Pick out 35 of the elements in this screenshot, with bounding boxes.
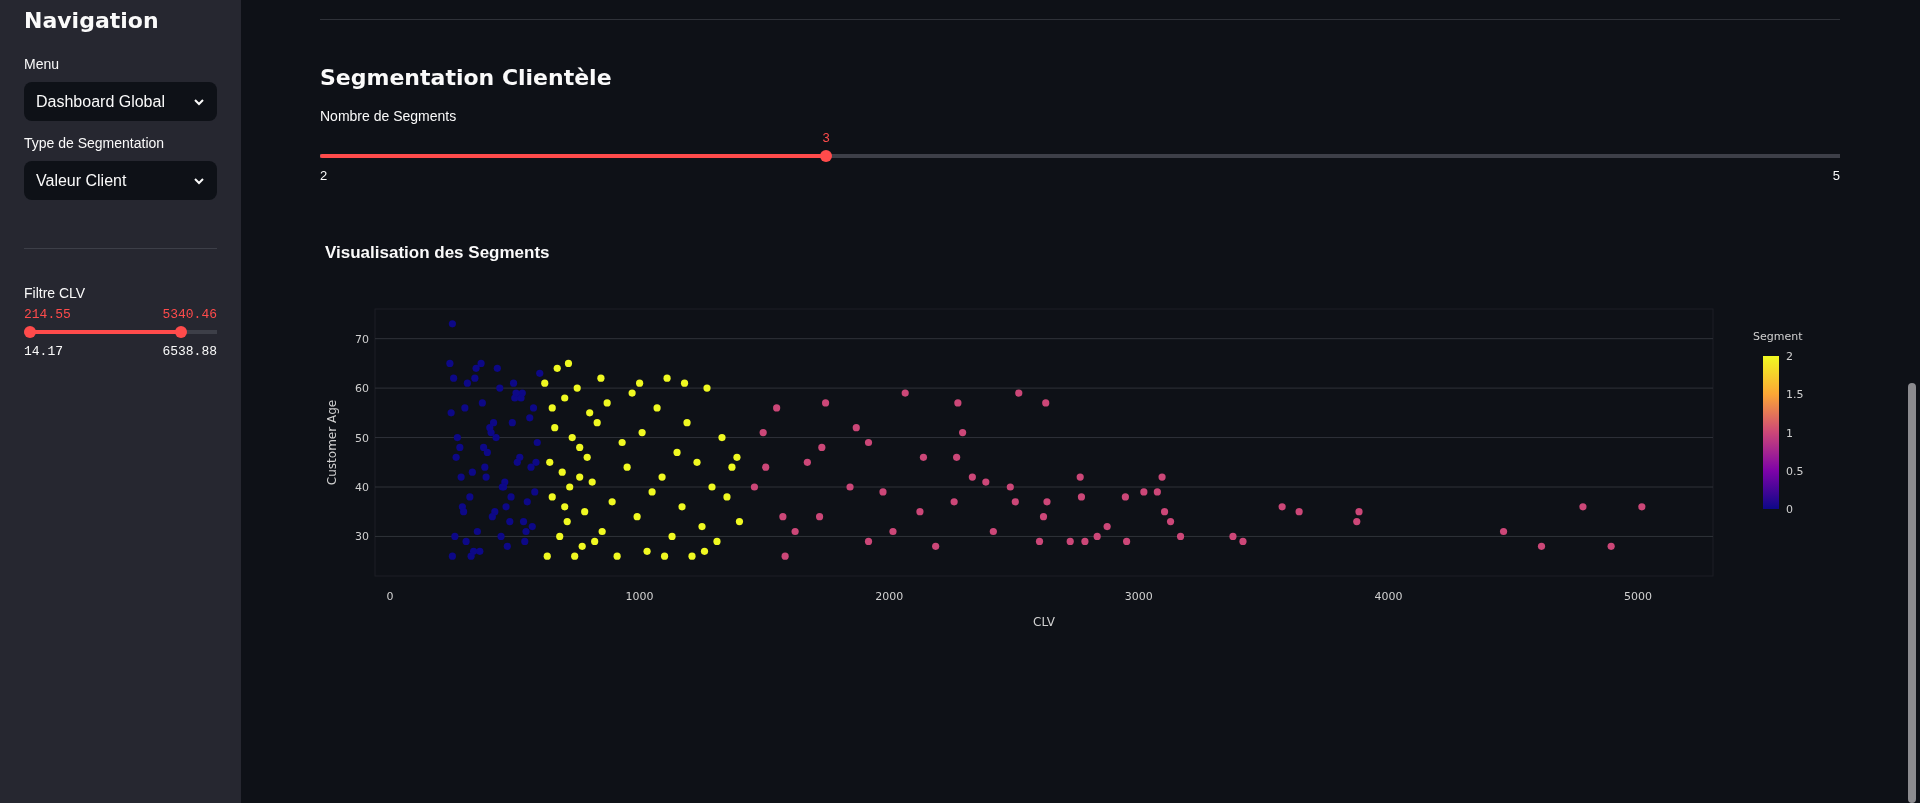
colorbar-tick-label: 0.5 [1786,464,1804,478]
axis-title: CLV [1033,615,1055,629]
axis-tick-label: 5000 [1624,590,1653,603]
slider-min-label: 14.17 [24,344,63,359]
dropdown-select[interactable]: Valeur Client [24,161,217,200]
chart-title: Visualisation des Segments [325,243,550,262]
colorbar-tick-label: 1.5 [1786,388,1804,402]
colorbar-title: Segment [1753,330,1803,343]
axis-tick-label: 2000 [875,590,904,603]
slider-label: Nombre de Segments [320,108,458,126]
axis-tick-label: 0 [386,590,394,603]
axis-tick-label: 40 [355,481,369,494]
slider-max-label: 6538.88 [162,344,217,359]
axis-title: Customer Age [325,399,339,486]
slider-max-label: 5 [1832,168,1840,183]
colorbar-tick-label: 2 [1786,350,1793,363]
slider-value: 5340.46 [162,307,217,322]
dropdown-select[interactable]: Dashboard Global [24,82,217,121]
section-heading: Segmentation Clientèle [320,65,613,92]
axis-tick-label: 4000 [1374,590,1403,603]
slider-label: Filtre CLV [24,285,87,303]
axis-tick-label: 1000 [625,590,654,603]
axis-tick-label: 30 [355,530,369,544]
select-label: Menu [24,56,61,74]
sidebar-title: Navigation [24,8,160,35]
select-label: Type de Segmentation [24,135,166,153]
axis-tick-label: 70 [355,332,369,346]
slider-min-label: 2 [320,168,328,183]
slider-value: 3 [822,130,830,145]
slider-value: 214.55 [24,307,71,322]
colorbar-tick-label: 1 [1786,426,1793,440]
axis-tick-label: 50 [355,431,369,445]
colorbar-tick-label: 0 [1786,503,1793,516]
axis-tick-label: 3000 [1124,590,1153,603]
axis-tick-label: 60 [355,382,369,396]
